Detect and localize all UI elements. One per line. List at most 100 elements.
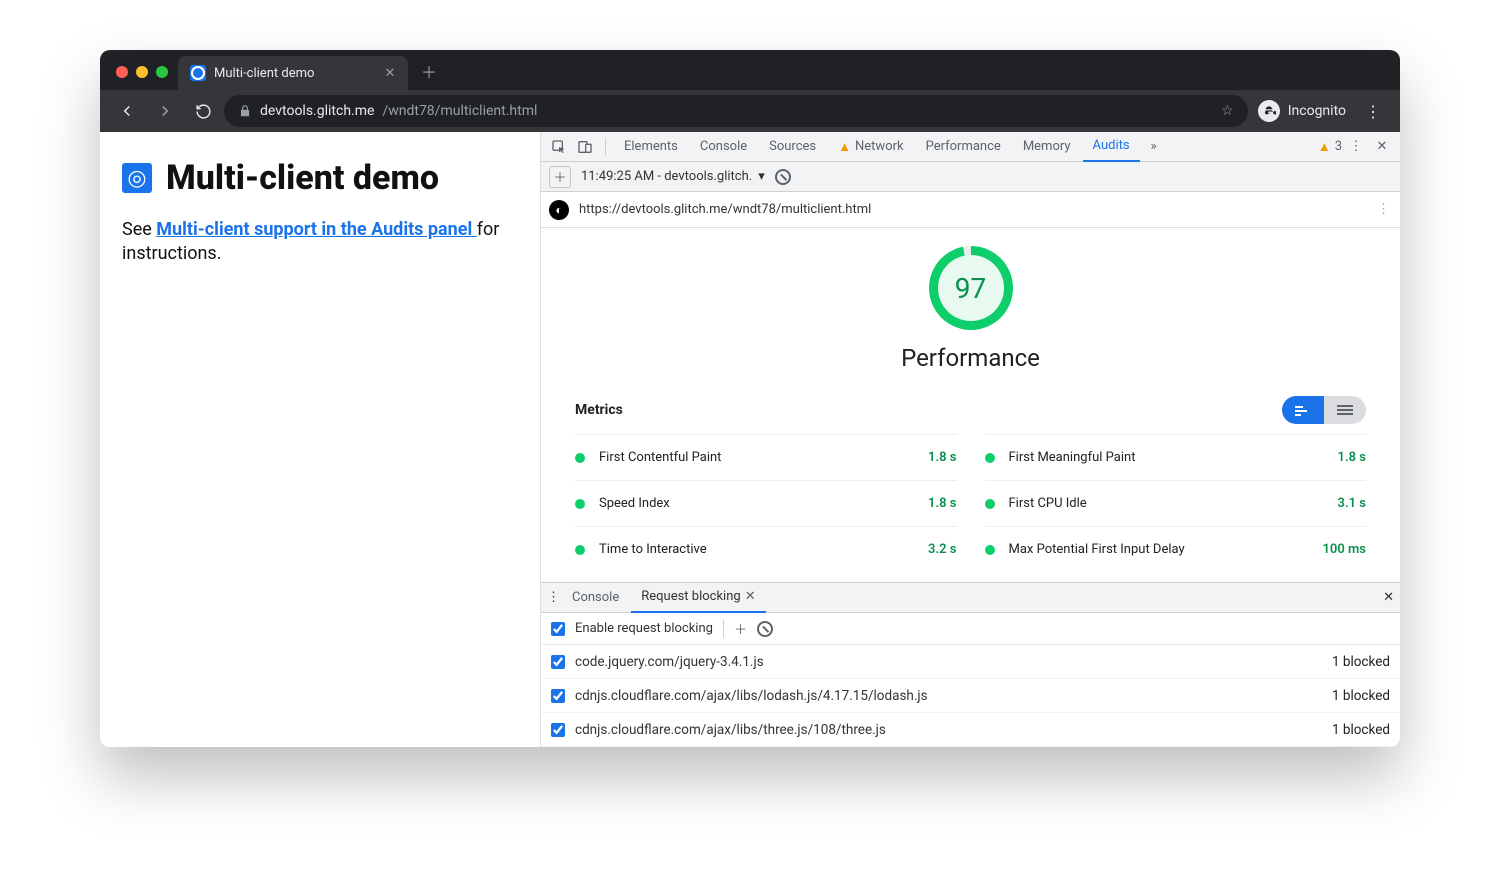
metric-row: First CPU Idle3.1 s — [985, 480, 1367, 526]
url-field[interactable]: devtools.glitch.me/wndt78/multiclient.ht… — [224, 95, 1248, 127]
audit-report-dropdown[interactable]: 11:49:25 AM - devtools.glitch. ▾ — [581, 169, 765, 184]
metric-row: First Meaningful Paint1.8 s — [985, 434, 1367, 480]
tab-console[interactable]: Console — [690, 132, 757, 162]
pattern-url: code.jquery.com/jquery-3.4.1.js — [575, 654, 764, 670]
browser-tab[interactable]: Multi-client demo ✕ — [178, 56, 408, 90]
url-host: devtools.glitch.me — [260, 103, 374, 119]
enable-request-blocking-label: Enable request blocking — [575, 621, 713, 636]
bookmark-star-icon[interactable]: ☆ — [1221, 103, 1234, 119]
audit-url-row: https://devtools.glitch.me/wndt78/multic… — [541, 192, 1400, 228]
close-tab-button[interactable]: ✕ — [382, 65, 398, 81]
drawer-close-button[interactable]: ✕ — [1383, 590, 1394, 605]
metric-value: 1.8 s — [928, 496, 956, 511]
metric-value: 3.2 s — [928, 542, 956, 557]
warning-icon: ▲ — [1318, 139, 1331, 155]
metric-name: First Contentful Paint — [599, 450, 914, 465]
incognito-indicator: Incognito — [1252, 100, 1352, 122]
request-blocking-toolbar: Enable request blocking ＋ — [541, 613, 1400, 645]
tab-sources[interactable]: Sources — [759, 132, 826, 162]
page-intro: See Multi-client support in the Audits p… — [122, 218, 518, 267]
pattern-checkbox[interactable] — [551, 689, 565, 703]
toggle-detailed-icon[interactable] — [1324, 396, 1366, 424]
metric-value: 1.8 s — [1338, 450, 1366, 465]
audit-report-label: 11:49:25 AM - devtools.glitch. — [581, 169, 752, 184]
chrome-top: Multi-client demo ✕ ＋ devtools.glitch.me… — [100, 50, 1400, 132]
blocked-pattern-row[interactable]: cdnjs.cloudflare.com/ajax/libs/lodash.js… — [541, 679, 1400, 713]
page-viewport: Multi-client demo See Multi-client suppo… — [100, 132, 540, 747]
blocked-pattern-row[interactable]: code.jquery.com/jquery-3.4.1.js 1 blocke… — [541, 645, 1400, 679]
pattern-checkbox[interactable] — [551, 655, 565, 669]
warning-count[interactable]: ▲3 — [1318, 139, 1342, 155]
metric-row: Time to Interactive3.2 s — [575, 526, 957, 572]
tab-audits[interactable]: Audits — [1083, 132, 1140, 162]
pattern-url: cdnjs.cloudflare.com/ajax/libs/lodash.js… — [575, 688, 928, 704]
report-menu-button[interactable]: ⋮ — [1377, 202, 1390, 217]
audits-toolbar: ＋ 11:49:25 AM - devtools.glitch. ▾ — [541, 162, 1400, 192]
metrics-grid: First Contentful Paint1.8 s First Meanin… — [575, 434, 1366, 572]
zoom-window-button[interactable] — [156, 66, 168, 78]
new-audit-button[interactable]: ＋ — [549, 166, 571, 188]
inspect-element-icon[interactable] — [547, 135, 571, 159]
separator — [723, 620, 724, 638]
new-tab-button[interactable]: ＋ — [416, 58, 442, 84]
browser-menu-button[interactable]: ⋮ — [1356, 94, 1390, 128]
tab-elements[interactable]: Elements — [614, 132, 688, 162]
drawer-tab-request-blocking[interactable]: Request blocking ✕ — [631, 583, 765, 613]
pattern-url: cdnjs.cloudflare.com/ajax/libs/three.js/… — [575, 722, 886, 738]
metrics-view-toggle[interactable] — [1282, 396, 1366, 424]
warning-icon: ▲ — [838, 139, 851, 155]
status-dot-icon — [985, 499, 995, 509]
warning-count-value: 3 — [1335, 139, 1342, 154]
audit-report: 97 Performance Metrics — [541, 228, 1400, 582]
drawer-tab-console[interactable]: Console — [562, 583, 629, 613]
pattern-checkbox[interactable] — [551, 723, 565, 737]
lock-icon — [238, 104, 252, 118]
add-pattern-button[interactable]: ＋ — [734, 619, 747, 638]
more-tabs-chevrons-icon[interactable]: » — [1142, 135, 1166, 159]
separator — [605, 138, 606, 156]
pattern-blocked-count: 1 blocked — [1332, 688, 1390, 704]
close-drawer-tab-icon[interactable]: ✕ — [745, 589, 756, 604]
tab-title: Multi-client demo — [214, 66, 314, 81]
remove-all-patterns-icon[interactable] — [757, 621, 773, 637]
blocked-pattern-row[interactable]: cdnjs.cloudflare.com/ajax/libs/three.js/… — [541, 713, 1400, 747]
status-dot-icon — [985, 545, 995, 555]
devtools-settings-button[interactable]: ⋮ — [1344, 135, 1368, 159]
toggle-compact-icon[interactable] — [1282, 396, 1324, 424]
enable-request-blocking-checkbox[interactable] — [551, 622, 565, 636]
tab-performance[interactable]: Performance — [916, 132, 1011, 162]
close-window-button[interactable] — [116, 66, 128, 78]
content-area: Multi-client demo See Multi-client suppo… — [100, 132, 1400, 747]
pattern-blocked-count: 1 blocked — [1332, 722, 1390, 738]
forward-button[interactable] — [148, 94, 182, 128]
address-bar: devtools.glitch.me/wndt78/multiclient.ht… — [100, 90, 1400, 132]
intro-link[interactable]: Multi-client support in the Audits panel — [156, 219, 476, 240]
metric-row: Speed Index 1.8 s — [575, 480, 957, 526]
tab-network-label: Network — [855, 139, 904, 154]
clear-audits-icon[interactable] — [775, 169, 791, 185]
back-button[interactable] — [110, 94, 144, 128]
tab-memory[interactable]: Memory — [1013, 132, 1081, 162]
favicon-icon — [190, 65, 206, 81]
metric-name: Max Potential First Input Delay — [1009, 542, 1309, 557]
device-toolbar-icon[interactable] — [573, 135, 597, 159]
minimize-window-button[interactable] — [136, 66, 148, 78]
drawer-menu-button[interactable]: ⋮ — [547, 590, 560, 605]
status-dot-icon — [575, 453, 585, 463]
metric-name: First CPU Idle — [1009, 496, 1324, 511]
reload-button[interactable] — [186, 94, 220, 128]
tab-network[interactable]: ▲ Network — [828, 132, 913, 162]
metric-row: First Contentful Paint1.8 s — [575, 434, 957, 480]
metric-name: Speed Index — [599, 496, 914, 511]
page-heading-row: Multi-client demo — [122, 158, 518, 198]
gauge-ring: 97 — [929, 246, 1013, 330]
drawer-tab-label: Request blocking — [641, 589, 740, 604]
devtools-panel: Elements Console Sources ▲ Network Perfor… — [540, 132, 1400, 747]
devtools-close-button[interactable]: ✕ — [1370, 135, 1394, 159]
gauge-category-label: Performance — [901, 344, 1040, 372]
incognito-label: Incognito — [1288, 103, 1346, 119]
incognito-icon — [1258, 100, 1280, 122]
pattern-blocked-count: 1 blocked — [1332, 654, 1390, 670]
status-dot-icon — [575, 499, 585, 509]
devtools-tabbar: Elements Console Sources ▲ Network Perfor… — [541, 132, 1400, 162]
